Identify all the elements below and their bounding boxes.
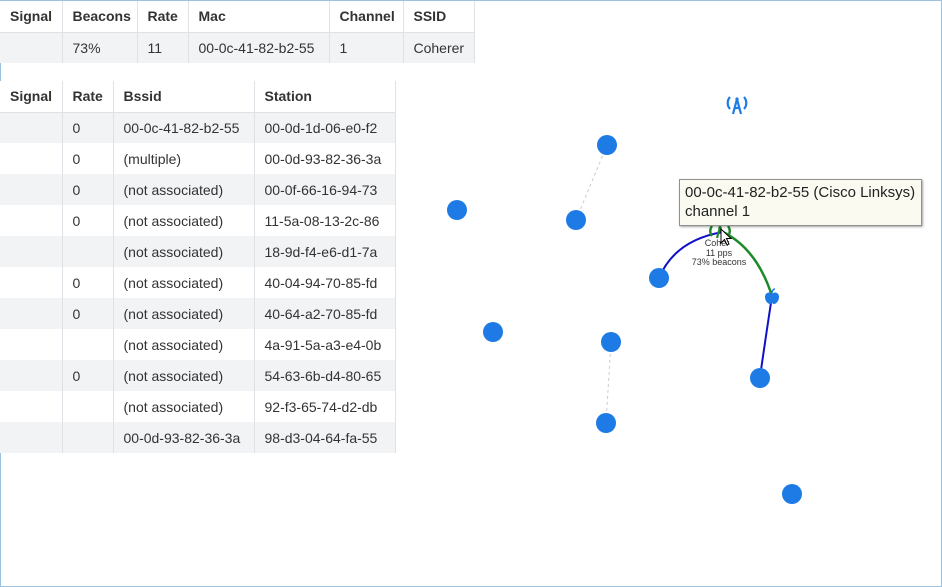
- tooltip-mac: 00-0c-41-82-b2-55 (Cisco Linksys): [685, 184, 916, 201]
- cell-signal: [0, 32, 63, 63]
- cell-bssid: (not associated): [113, 391, 255, 422]
- cell-signal: [0, 267, 63, 298]
- cell-station: 92-f3-65-74-d2-db: [254, 391, 396, 422]
- column-header-beacons[interactable]: Beacons: [62, 1, 138, 33]
- cell-rate: [62, 236, 114, 267]
- cell-station: 98-d3-04-64-fa-55: [254, 422, 396, 453]
- table-header-row: Signal Rate Bssid Station: [0, 81, 396, 113]
- cell-channel: 1: [329, 32, 404, 63]
- cell-rate: [62, 391, 114, 422]
- cell-signal: [0, 391, 63, 422]
- cell-bssid: (not associated): [113, 329, 255, 360]
- cell-bssid: (not associated): [113, 205, 255, 236]
- table-header-row: Signal Beacons Rate Mac Channel SSID: [0, 1, 475, 33]
- cell-signal: [0, 329, 63, 360]
- cell-station: 54-63-6b-d4-80-65: [254, 360, 396, 391]
- cell-station: 11-5a-08-13-2c-86: [254, 205, 396, 236]
- table-row[interactable]: 0 (not associated) 54-63-6b-d4-80-65: [0, 360, 396, 391]
- ap-beacons-label: 73% beacons: [692, 257, 747, 267]
- cell-signal: [0, 205, 63, 236]
- cell-station: 18-9d-f4-e6-d1-7a: [254, 236, 396, 267]
- client-table: Signal Rate Bssid Station 0 00-0c-41-82-b2-5…: [0, 81, 396, 453]
- access-point-table: Signal Beacons Rate Mac Channel SSID 73% 11 00-…: [0, 1, 475, 63]
- station-node[interactable]: [566, 210, 586, 230]
- cell-bssid: 00-0c-41-82-b2-55: [113, 112, 255, 143]
- column-header-bssid[interactable]: Bssid: [113, 81, 255, 113]
- cell-rate: 0: [62, 360, 114, 391]
- cell-rate: 0: [62, 205, 114, 236]
- table-row[interactable]: 0 (not associated) 40-04-94-70-85-fd: [0, 267, 396, 298]
- column-header-signal[interactable]: Signal: [0, 1, 63, 33]
- column-header-ssid[interactable]: SSID: [403, 1, 475, 33]
- column-header-rate[interactable]: Rate: [137, 1, 189, 33]
- table-row[interactable]: 00-0d-93-82-36-3a 98-d3-04-64-fa-55: [0, 422, 396, 453]
- dashed-link: [575, 144, 608, 221]
- cell-station: 00-0d-93-82-36-3a: [254, 143, 396, 174]
- station-node[interactable]: [596, 413, 616, 433]
- cell-station: 40-04-94-70-85-fd: [254, 267, 396, 298]
- cell-rate: 0: [62, 267, 114, 298]
- cell-ssid: Coherer: [403, 32, 475, 63]
- cell-bssid: (not associated): [113, 236, 255, 267]
- column-header-rate[interactable]: Rate: [62, 81, 114, 113]
- cell-bssid: (multiple): [113, 143, 255, 174]
- cell-bssid: (not associated): [113, 174, 255, 205]
- node-tooltip: 00-0c-41-82-b2-55 (Cisco Linksys) channe…: [679, 179, 923, 226]
- table-row[interactable]: 0 (not associated) 11-5a-08-13-2c-86: [0, 205, 396, 236]
- station-node[interactable]: [782, 484, 802, 504]
- table-row[interactable]: (not associated) 18-9d-f4-e6-d1-7a: [0, 236, 396, 267]
- cell-bssid: 00-0d-93-82-36-3a: [113, 422, 255, 453]
- association-link: [759, 295, 773, 378]
- column-header-channel[interactable]: Channel: [329, 1, 404, 33]
- cell-rate: 11: [137, 32, 189, 63]
- table-row[interactable]: 73% 11 00-0c-41-82-b2-55 1 Coherer: [0, 32, 475, 63]
- cell-signal: [0, 360, 63, 391]
- tooltip-channel: channel 1: [685, 203, 751, 220]
- cell-rate: 0: [62, 298, 114, 329]
- cell-station: 4a-91-5a-a3-e4-0b: [254, 329, 396, 360]
- table-row[interactable]: 0 (not associated) 40-64-a2-70-85-fd: [0, 298, 396, 329]
- cell-signal: [0, 236, 63, 267]
- station-node[interactable]: [597, 135, 617, 155]
- cell-beacons: 73%: [62, 32, 138, 63]
- table-row[interactable]: 0 (not associated) 00-0f-66-16-94-73: [0, 174, 396, 205]
- column-header-station[interactable]: Station: [254, 81, 396, 113]
- cell-rate: [62, 329, 114, 360]
- dashed-link: [605, 341, 612, 424]
- station-node[interactable]: [649, 268, 669, 288]
- cell-signal: [0, 174, 63, 205]
- column-header-mac[interactable]: Mac: [188, 1, 330, 33]
- column-header-signal[interactable]: Signal: [0, 81, 63, 113]
- access-point-icon: [726, 96, 748, 115]
- cell-rate: 0: [62, 112, 114, 143]
- cell-rate: 0: [62, 174, 114, 205]
- cell-station: 00-0d-1d-06-e0-f2: [254, 112, 396, 143]
- cell-signal: [0, 298, 63, 329]
- cell-signal: [0, 143, 63, 174]
- table-row[interactable]: (not associated) 4a-91-5a-a3-e4-0b: [0, 329, 396, 360]
- table-row[interactable]: 0 00-0c-41-82-b2-55 00-0d-1d-06-e0-f2: [0, 112, 396, 143]
- cell-rate: 0: [62, 143, 114, 174]
- station-node[interactable]: [447, 200, 467, 220]
- cell-station: 00-0f-66-16-94-73: [254, 174, 396, 205]
- cell-bssid: (not associated): [113, 360, 255, 391]
- cell-bssid: (not associated): [113, 267, 255, 298]
- cell-signal: [0, 112, 63, 143]
- table-row[interactable]: (not associated) 92-f3-65-74-d2-db: [0, 391, 396, 422]
- cell-mac: 00-0c-41-82-b2-55: [188, 32, 330, 63]
- apple-icon[interactable]: [765, 288, 779, 304]
- network-graph[interactable]: Coher 11 pps 73% beacons: [395, 62, 941, 582]
- station-node[interactable]: [601, 332, 621, 352]
- cell-station: 40-64-a2-70-85-fd: [254, 298, 396, 329]
- table-row[interactable]: 0 (multiple) 00-0d-93-82-36-3a: [0, 143, 396, 174]
- cell-bssid: (not associated): [113, 298, 255, 329]
- cell-rate: [62, 422, 114, 453]
- station-node[interactable]: [750, 368, 770, 388]
- station-node[interactable]: [483, 322, 503, 342]
- cell-signal: [0, 422, 63, 453]
